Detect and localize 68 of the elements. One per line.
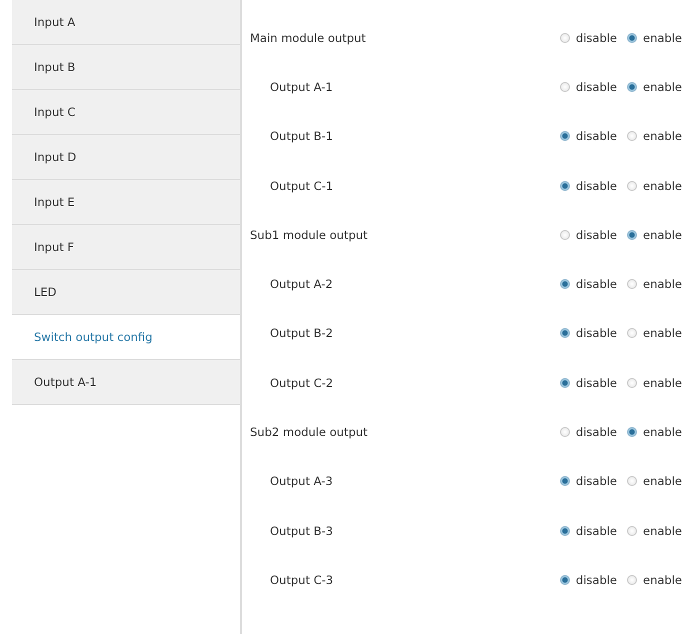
setting-label: Output A-3 [269, 474, 334, 488]
radio-option[interactable]: enable [627, 277, 682, 292]
radio-option[interactable]: disable [560, 376, 618, 390]
setting-label: Sub1 module output [250, 228, 369, 242]
radio-option[interactable]: enable [627, 572, 682, 587]
sidebar-item[interactable]: Input A [12, 0, 240, 45]
radio-option[interactable]: disable [560, 474, 618, 488]
setting-label: Output A-2 [269, 277, 334, 292]
setting-label: Main module output [250, 30, 367, 45]
radio-button[interactable] [627, 574, 638, 585]
radio-option[interactable]: disable [560, 129, 618, 144]
setting-label: Output C-3 [269, 572, 334, 587]
setting-label: Output C-1 [269, 178, 334, 193]
radio-button[interactable] [560, 279, 570, 290]
radio-button[interactable] [560, 476, 570, 486]
radio-option[interactable]: enable [627, 474, 682, 488]
radio-button[interactable] [627, 82, 638, 92]
radio-option[interactable]: disable [560, 178, 618, 193]
radio-option[interactable]: disable [560, 30, 618, 45]
sidebar-item[interactable]: Input D [12, 135, 240, 180]
radio-button[interactable] [560, 526, 570, 536]
radio-button[interactable] [627, 378, 638, 388]
radio-option[interactable]: enable [627, 80, 682, 94]
setting-label: Output B-1 [269, 129, 334, 144]
radio-button[interactable] [560, 427, 570, 438]
radio-button[interactable] [627, 427, 638, 438]
sidebar-item[interactable]: Input F [12, 225, 240, 270]
radio-option[interactable]: disable [560, 228, 618, 242]
radio-button[interactable] [627, 230, 638, 240]
sidebar-item[interactable]: Input E [12, 180, 240, 225]
radio-button[interactable] [627, 180, 638, 191]
sidebar-item[interactable]: Input C [12, 90, 240, 135]
sidebar-item[interactable]: Output A-1 [12, 360, 240, 405]
radio-option[interactable]: disable [560, 326, 618, 340]
radio-option[interactable]: enable [627, 129, 682, 144]
radio-button[interactable] [560, 574, 570, 585]
radio-option[interactable]: enable [627, 326, 682, 340]
radio-button[interactable] [627, 526, 638, 536]
radio-button[interactable] [560, 131, 570, 142]
setting-label: Output A-1 [269, 80, 334, 94]
radio-button[interactable] [560, 82, 570, 92]
radio-option[interactable]: disable [560, 524, 618, 538]
radio-option[interactable]: enable [627, 30, 682, 45]
setting-label: Output C-2 [269, 376, 334, 390]
radio-option[interactable]: disable [560, 425, 618, 440]
radio-button[interactable] [627, 32, 638, 43]
radio-option[interactable]: enable [627, 376, 682, 390]
radio-option[interactable]: disable [560, 572, 618, 587]
radio-option[interactable]: enable [627, 425, 682, 440]
setting-label: Output B-2 [269, 326, 334, 340]
radio-option[interactable]: enable [627, 228, 682, 242]
radio-option[interactable]: enable [627, 524, 682, 538]
sidebar-item[interactable]: Input B [12, 45, 240, 90]
setting-label: Sub2 module output [250, 425, 369, 440]
radio-button[interactable] [627, 328, 638, 338]
radio-button[interactable] [560, 230, 570, 240]
radio-button[interactable] [627, 131, 638, 142]
radio-option[interactable]: enable [627, 178, 682, 193]
radio-button[interactable] [560, 32, 570, 43]
sidebar-item[interactable]: LED [12, 270, 240, 315]
radio-button[interactable] [627, 476, 638, 486]
setting-label: Output B-3 [269, 524, 334, 538]
radio-option[interactable]: disable [560, 80, 618, 94]
radio-button[interactable] [560, 328, 570, 338]
radio-button[interactable] [560, 180, 570, 191]
radio-button[interactable] [627, 279, 638, 290]
radio-button[interactable] [560, 378, 570, 388]
radio-option[interactable]: disable [560, 277, 618, 292]
